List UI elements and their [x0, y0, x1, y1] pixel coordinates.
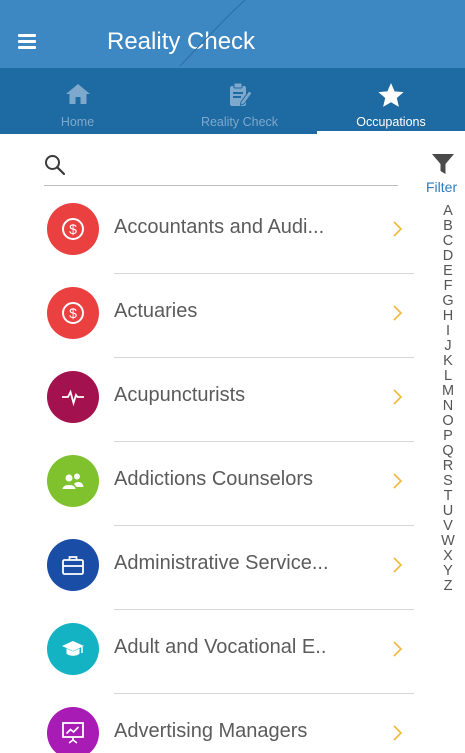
index-letter-h[interactable]: H — [436, 309, 460, 324]
search-bar[interactable] — [30, 148, 398, 188]
index-letter-b[interactable]: B — [436, 219, 460, 234]
heartbeat-icon — [47, 371, 99, 423]
tab-reality-check[interactable]: Reality Check — [162, 68, 317, 134]
occupation-title: Acupuncturists — [114, 384, 246, 406]
chevron-right-icon — [393, 305, 403, 321]
presentation-icon — [47, 707, 99, 753]
index-letter-d[interactable]: D — [436, 249, 460, 264]
index-letter-v[interactable]: V — [436, 519, 460, 534]
chevron-right-icon — [393, 473, 403, 489]
chevron-right-icon — [393, 389, 403, 405]
active-tab-indicator — [317, 131, 465, 134]
index-letter-a[interactable]: A — [436, 204, 460, 219]
chevron-right-icon — [393, 557, 403, 573]
svg-text:$: $ — [69, 305, 77, 321]
index-letter-r[interactable]: R — [436, 459, 460, 474]
search-underline — [44, 185, 398, 186]
index-letter-u[interactable]: U — [436, 504, 460, 519]
index-letter-m[interactable]: M — [436, 384, 460, 399]
list-item[interactable]: Administrative Service... — [44, 526, 414, 610]
alphabet-index: A B C D E F G H I J K L M N O P Q R S T … — [436, 204, 460, 594]
occupation-title: Actuaries — [114, 300, 198, 322]
index-letter-n[interactable]: N — [436, 399, 460, 414]
tab-occupations[interactable]: Occupations — [317, 68, 465, 134]
index-letter-g[interactable]: G — [436, 294, 460, 309]
index-letter-o[interactable]: O — [436, 414, 460, 429]
home-icon — [65, 84, 90, 104]
index-letter-x[interactable]: X — [436, 549, 460, 564]
list-item[interactable]: Addictions Counselors — [44, 442, 414, 526]
briefcase-icon — [47, 539, 99, 591]
index-letter-j[interactable]: J — [436, 339, 460, 354]
occupation-title: Addictions Counselors — [114, 468, 313, 490]
list-item[interactable]: Adult and Vocational E.. — [44, 610, 414, 694]
list-item[interactable]: $ Accountants and Audi... — [44, 190, 414, 274]
filter-button[interactable]: Filter — [421, 150, 465, 196]
index-letter-f[interactable]: F — [436, 279, 460, 294]
index-letter-q[interactable]: Q — [436, 444, 460, 459]
occupation-title: Advertising Managers — [114, 720, 308, 742]
list-item[interactable]: $ Actuaries — [44, 274, 414, 358]
index-letter-c[interactable]: C — [436, 234, 460, 249]
occupation-title: Accountants and Audi... — [114, 216, 325, 238]
index-letter-y[interactable]: Y — [436, 564, 460, 579]
chevron-right-icon — [393, 725, 403, 741]
chevron-right-icon — [393, 221, 403, 237]
svg-text:$: $ — [69, 221, 77, 237]
graduation-cap-icon — [47, 623, 99, 675]
index-letter-e[interactable]: E — [436, 264, 460, 279]
dollar-coin-icon: $ — [47, 203, 99, 255]
chevron-right-icon — [393, 641, 403, 657]
search-input[interactable] — [74, 154, 384, 180]
index-letter-i[interactable]: I — [436, 324, 460, 339]
tab-occupations-label: Occupations — [356, 115, 426, 129]
clipboard-edit-icon — [229, 82, 253, 106]
occupation-title: Adult and Vocational E.. — [114, 636, 327, 658]
index-letter-k[interactable]: K — [436, 354, 460, 369]
index-letter-z[interactable]: Z — [436, 579, 460, 594]
tab-bar: Home Reality Check Occupations — [0, 68, 465, 134]
index-letter-w[interactable]: W — [436, 534, 460, 549]
tab-home[interactable]: Home — [0, 68, 155, 134]
dollar-coin-icon: $ — [47, 287, 99, 339]
list-item[interactable]: Acupuncturists — [44, 358, 414, 442]
index-letter-l[interactable]: L — [436, 369, 460, 384]
index-letter-p[interactable]: P — [436, 429, 460, 444]
occupation-title: Administrative Service... — [114, 552, 329, 574]
tab-reality-check-label: Reality Check — [200, 115, 279, 129]
funnel-icon — [432, 154, 454, 174]
list-item[interactable]: Advertising Managers — [44, 694, 414, 753]
search-icon[interactable] — [44, 154, 66, 176]
filter-label: Filter — [426, 179, 458, 195]
tab-home-label: Home — [60, 115, 95, 129]
index-letter-s[interactable]: S — [436, 474, 460, 489]
index-letter-t[interactable]: T — [436, 489, 460, 504]
star-icon — [378, 83, 404, 107]
people-icon — [47, 455, 99, 507]
